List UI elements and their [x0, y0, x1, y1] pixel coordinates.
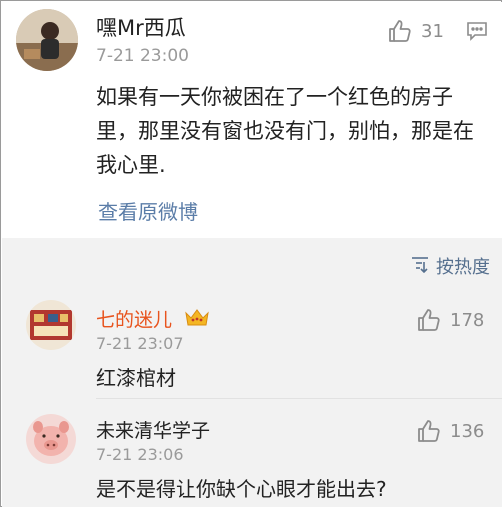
like-count: 136 — [450, 420, 485, 442]
avatar[interactable] — [16, 9, 78, 71]
reply-timestamp: 7-21 23:07 — [96, 334, 184, 353]
reply-item: 七的迷儿 7-21 23:07 红漆棺材 178 — [2, 288, 502, 399]
reply-item: 未来清华学子 7-21 23:06 是不是得让你缺个心眼才能出去? 136 — [2, 399, 502, 507]
avatar[interactable] — [26, 300, 76, 350]
sort-label: 按热度 — [436, 257, 490, 278]
crown-badge-icon — [184, 307, 210, 334]
reply-username-text: 七的迷儿 — [96, 309, 173, 331]
avatar[interactable] — [26, 414, 76, 464]
reply-timestamp: 7-21 23:06 — [96, 445, 184, 464]
more-box-icon — [466, 22, 488, 45]
sort-icon — [410, 255, 436, 278]
username[interactable]: 嘿Mr西瓜 — [96, 12, 186, 42]
thumbs-up-icon — [387, 18, 413, 44]
like-count: 31 — [421, 20, 444, 42]
like-count: 178 — [450, 309, 485, 331]
more-button[interactable] — [466, 21, 488, 45]
reply-username[interactable]: 未来清华学子 — [96, 416, 210, 443]
view-original-link[interactable]: 查看原微博 — [98, 196, 198, 225]
replies-section: 按热度 七的迷儿 7-21 23:07 红漆棺材 178 未来清华学子 7-21… — [2, 238, 502, 507]
main-comment: 嘿Mr西瓜 7-21 23:00 31 如果有一天你被困在了一个红色的房子里，那… — [2, 2, 502, 238]
like-button[interactable]: 136 — [416, 418, 484, 444]
thumbs-up-icon — [416, 418, 442, 444]
reply-text: 是不是得让你缺个心眼才能出去? — [96, 477, 387, 501]
sort-button[interactable]: 按热度 — [410, 253, 490, 279]
thumbs-up-icon — [416, 307, 442, 333]
reply-text: 红漆棺材 — [96, 366, 176, 390]
like-button[interactable]: 178 — [416, 307, 484, 333]
comment-screen: 嘿Mr西瓜 7-21 23:00 31 如果有一天你被困在了一个红色的房子里，那… — [0, 0, 502, 507]
comment-text: 如果有一天你被困在了一个红色的房子里，那里没有窗也没有门，别怕，那是在我心里. — [96, 85, 474, 177]
reply-username[interactable]: 七的迷儿 — [96, 305, 210, 334]
like-button[interactable]: 31 — [387, 18, 444, 44]
timestamp: 7-21 23:00 — [96, 46, 189, 66]
